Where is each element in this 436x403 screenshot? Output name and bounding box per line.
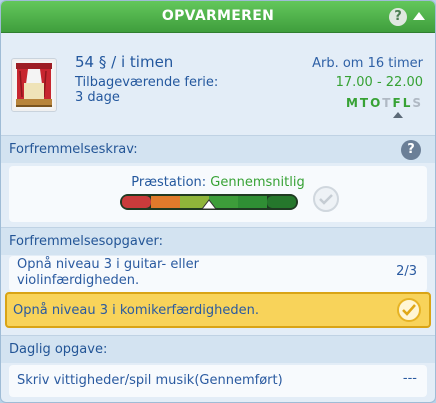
day-friday: F bbox=[392, 96, 403, 110]
daily-task-row: Skriv vittigheder/spil musik(Gennemført)… bbox=[9, 365, 427, 397]
daily-task-header: Daglig opgave: bbox=[1, 335, 435, 363]
collapse-arrow-icon[interactable] bbox=[413, 12, 425, 20]
day-tuesday: T bbox=[359, 96, 371, 110]
daily-task-title: Daglig opgave: bbox=[9, 342, 108, 357]
promotion-help-button[interactable]: ? bbox=[401, 140, 421, 160]
task-text: Opnå niveau 3 i guitar- eller violinfærd… bbox=[17, 257, 199, 289]
performance-label: Præstation: bbox=[131, 175, 207, 190]
pay-rate: 54 § / i timen bbox=[75, 53, 173, 71]
performance-box: Præstation: Gennemsnitlig bbox=[9, 166, 427, 222]
stage-curtain-icon bbox=[14, 61, 54, 109]
work-days: MTOTFLS bbox=[346, 96, 423, 110]
performance-value: Gennemsnitlig bbox=[210, 175, 305, 190]
day-wednesday: O bbox=[370, 96, 383, 110]
work-hours: 17.00 - 22.00 bbox=[335, 75, 423, 90]
job-icon bbox=[11, 58, 57, 112]
meter-segment-orange bbox=[151, 196, 180, 208]
requirement-check-icon bbox=[313, 186, 339, 212]
task-text-line2: violinfærdigheden. bbox=[17, 273, 140, 288]
pay-unit: / i timen bbox=[111, 53, 174, 71]
promotion-tasks-header: Forfremmelsesopgaver: bbox=[1, 227, 435, 255]
work-in-label: Arb. om 16 timer bbox=[312, 56, 423, 71]
promotion-tasks-title: Forfremmelsesopgaver: bbox=[9, 234, 164, 249]
completed-task-row: Opnå niveau 3 i komikerfærdigheden. bbox=[5, 292, 431, 328]
help-button[interactable]: ? bbox=[389, 8, 407, 26]
meter-segment-red bbox=[122, 196, 151, 208]
day-saturday: L bbox=[402, 96, 413, 110]
completed-task-text: Opnå niveau 3 i komikerfærdigheden. bbox=[13, 303, 259, 318]
meter-segment-green2 bbox=[238, 196, 267, 208]
day-monday: M bbox=[345, 96, 360, 110]
completed-check-icon bbox=[397, 298, 421, 322]
performance-meter bbox=[120, 194, 298, 210]
meter-segment-darkgreen bbox=[267, 196, 296, 208]
vacation-info: Tilbageværende ferie: 3 dage bbox=[75, 75, 218, 105]
career-title: OPVARMEREN bbox=[161, 8, 275, 24]
promotion-requirements-title: Forfremmelseskrav: bbox=[9, 142, 138, 157]
vacation-value: 3 dage bbox=[75, 90, 120, 105]
career-header: OPVARMEREN ? bbox=[1, 1, 435, 33]
task-progress: 2/3 bbox=[396, 264, 417, 279]
current-day-marker-icon bbox=[393, 112, 403, 118]
task-text-line1: Opnå niveau 3 i guitar- eller bbox=[17, 257, 199, 272]
day-thursday: T bbox=[382, 96, 393, 110]
day-sunday: S bbox=[412, 96, 423, 110]
daily-task-progress: --- bbox=[402, 371, 417, 386]
task-row: Opnå niveau 3 i guitar- eller violinfærd… bbox=[9, 256, 427, 292]
daily-task-text: Skriv vittigheder/spil musik(Gennemført) bbox=[17, 373, 283, 388]
performance-text: Præstation: Gennemsnitlig bbox=[9, 175, 427, 190]
promotion-requirements-header: Forfremmelseskrav: ? bbox=[1, 135, 435, 163]
simoleon-icon: § bbox=[98, 53, 107, 71]
career-panel: OPVARMEREN ? 54 § / i timen Tilbageværen… bbox=[0, 0, 436, 403]
vacation-label: Tilbageværende ferie: bbox=[75, 75, 219, 90]
pay-amount: 54 bbox=[75, 53, 95, 71]
